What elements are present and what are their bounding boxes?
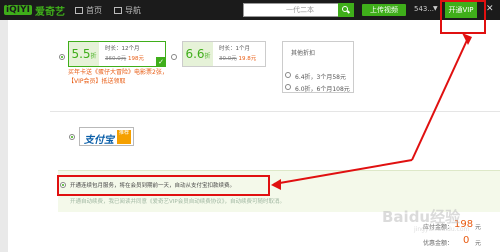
page: iQIYI 爱奇艺 首页 导航 一代二本 上传视频 543... ▼ 开通VIP… <box>0 0 500 252</box>
arrow-line-autopay <box>273 159 413 185</box>
arrow-line-vip <box>411 37 469 161</box>
arrowhead-vip <box>462 33 472 45</box>
annotation-arrows <box>271 33 472 190</box>
arrowhead-autopay <box>271 179 281 190</box>
